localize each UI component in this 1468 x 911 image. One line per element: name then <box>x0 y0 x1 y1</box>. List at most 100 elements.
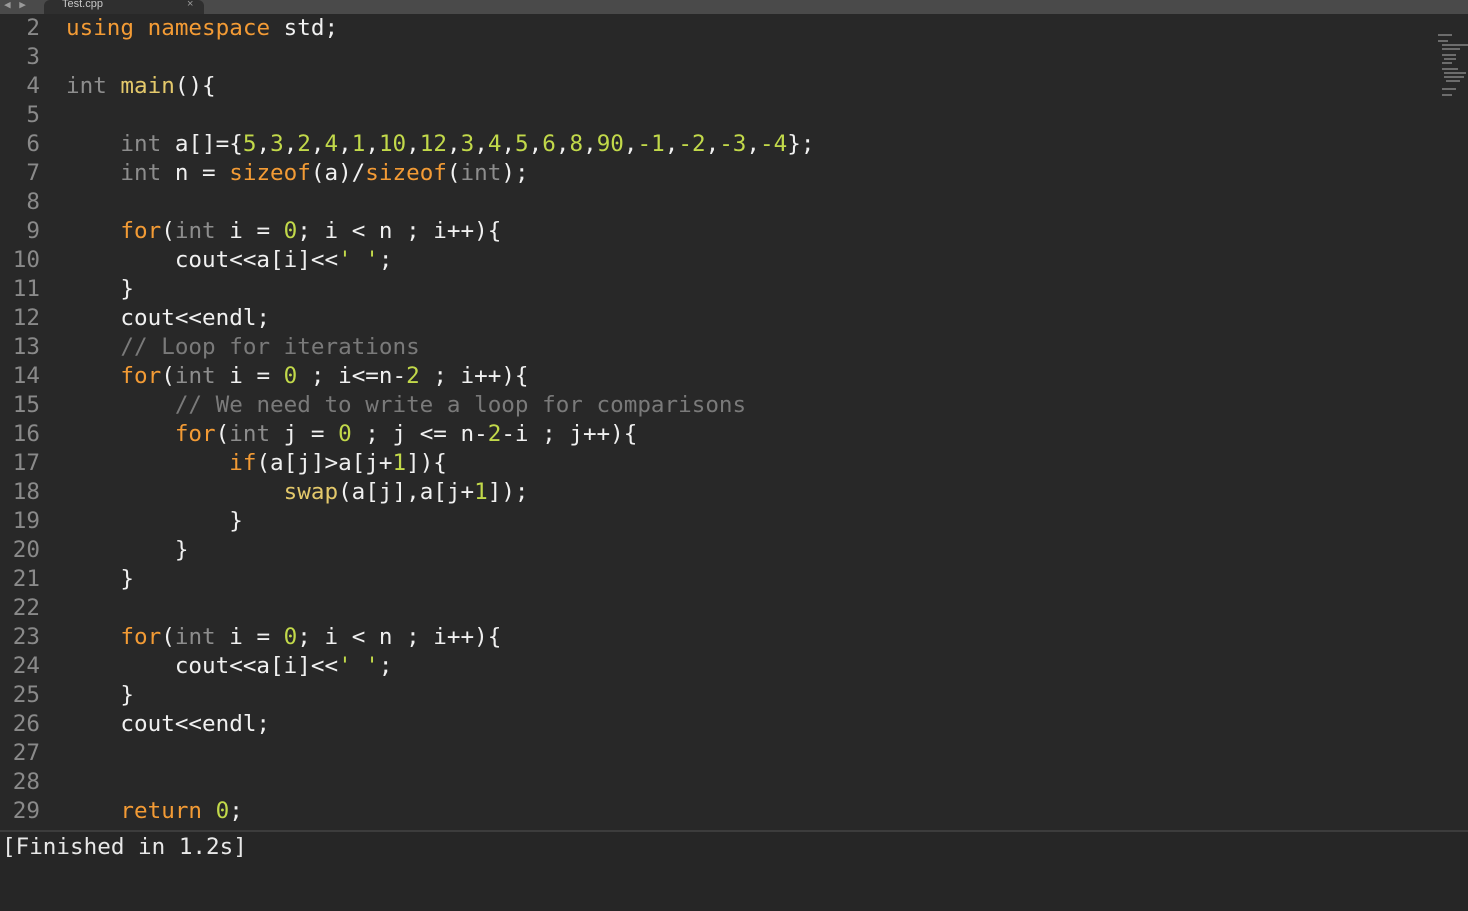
code-line[interactable]: 2 using namespace std; <box>0 14 1430 43</box>
code-text: cout<<a[i]<<' '; <box>66 246 393 275</box>
code-token: // Loop for iterations <box>120 334 420 360</box>
code-text: if(a[j]>a[j+1]){ <box>66 449 447 478</box>
tab-close-icon[interactable]: × <box>187 0 193 10</box>
code-token: 0 <box>338 421 352 447</box>
code-text: } <box>66 565 134 594</box>
code-line[interactable]: 14 for(int i = 0 ; i<=n-2 ; i++){ <box>0 362 1430 391</box>
code-line[interactable]: 25 } <box>0 681 1430 710</box>
code-line[interactable]: 17 if(a[j]>a[j+1]){ <box>0 449 1430 478</box>
code-token: n = <box>161 160 230 186</box>
code-line[interactable]: 26 cout<<endl; <box>0 710 1430 739</box>
code-line[interactable]: 18 swap(a[j],a[j+1]); <box>0 478 1430 507</box>
build-output-text: [Finished in 1.2s] <box>2 834 247 860</box>
code-line[interactable]: 28 <box>0 768 1430 797</box>
code-token: j = <box>270 421 339 447</box>
code-token: , <box>474 131 488 157</box>
code-token: i = <box>215 363 284 389</box>
code-line[interactable]: 20 } <box>0 536 1430 565</box>
code-line[interactable]: 13 // Loop for iterations <box>0 333 1430 362</box>
code-line[interactable]: 23 for(int i = 0; i < n ; i++){ <box>0 623 1430 652</box>
code-token: -3 <box>719 131 747 157</box>
code-line[interactable]: 29 return 0; <box>0 797 1430 826</box>
minimap[interactable] <box>1436 32 1468 98</box>
line-number: 28 <box>12 769 40 795</box>
code-line[interactable]: 5 <box>0 101 1430 130</box>
code-line[interactable]: 15 // We need to write a loop for compar… <box>0 391 1430 420</box>
code-text: } <box>66 275 134 304</box>
code-line[interactable]: 6 int a[]={5,3,2,4,1,10,12,3,4,5,6,8,90,… <box>0 130 1430 159</box>
line-number: 13 <box>12 334 40 360</box>
code-line[interactable]: 19 } <box>0 507 1430 536</box>
code-token: ; i++){ <box>419 363 529 389</box>
code-token: for <box>120 218 162 244</box>
code-token: sizeof <box>365 160 447 186</box>
line-number: 20 <box>12 537 40 563</box>
code-token: ]){ <box>406 450 447 476</box>
code-token: } <box>66 682 135 708</box>
code-token: ( <box>161 218 175 244</box>
build-output-panel: [Finished in 1.2s] <box>0 832 1468 911</box>
line-number: 16 <box>12 421 40 447</box>
code-text: int n = sizeof(a)/sizeof(int); <box>66 159 528 188</box>
code-token: , <box>501 131 516 157</box>
code-token: int <box>66 73 107 99</box>
code-token: -2 <box>678 131 706 157</box>
line-number: 19 <box>12 508 40 534</box>
line-number: 11 <box>12 276 40 302</box>
code-line[interactable]: 16 for(int j = 0 ; j <= n-2-i ; j++){ <box>0 420 1430 449</box>
code-token: } <box>66 566 135 592</box>
code-text: } <box>66 536 189 565</box>
code-line[interactable]: 21 } <box>0 565 1430 594</box>
code-text: for(int i = 0; i < n ; i++){ <box>66 217 501 246</box>
code-text: cout<<a[i]<<' '; <box>66 652 393 681</box>
code-line[interactable]: 12 cout<<endl; <box>0 304 1430 333</box>
code-line[interactable]: 7 int n = sizeof(a)/sizeof(int); <box>0 159 1430 188</box>
line-number: 7 <box>26 160 40 186</box>
code-line[interactable]: 4 int main(){ <box>0 72 1430 101</box>
code-token: int <box>174 624 216 650</box>
code-token: , <box>623 131 638 157</box>
code-text: } <box>66 681 134 710</box>
code-editor[interactable]: 2 using namespace std; 3 4 int main(){5 6 int… <box>0 14 1468 830</box>
code-text: cout<<endl; <box>66 304 270 333</box>
code-token: ( <box>161 624 175 650</box>
code-token: , <box>583 131 597 157</box>
code-token: std; <box>270 15 339 41</box>
code-token: cout<<a[i]<< <box>66 247 339 273</box>
code-line[interactable]: 8 <box>0 188 1430 217</box>
line-number: 22 <box>12 595 40 621</box>
code-token: ; i < n ; i++){ <box>297 624 502 650</box>
code-token: namespace <box>147 15 271 41</box>
code-line[interactable]: 9 for(int i = 0; i < n ; i++){ <box>0 217 1430 246</box>
code-token: (a[j]>a[j+ <box>256 450 393 476</box>
line-number: 23 <box>12 624 40 650</box>
code-token: , <box>664 131 679 157</box>
code-token: -i ; j++){ <box>501 421 638 447</box>
code-line[interactable]: 24 cout<<a[i]<<' '; <box>0 652 1430 681</box>
code-token: , <box>256 131 271 157</box>
line-number: 2 <box>26 15 40 41</box>
code-token: int <box>120 131 162 157</box>
code-line[interactable]: 27 <box>0 739 1430 768</box>
line-number: 10 <box>12 247 40 273</box>
line-number: 9 <box>26 218 40 244</box>
code-text: using namespace std; <box>66 14 338 43</box>
line-number: 8 <box>26 189 40 215</box>
code-line[interactable]: 11 } <box>0 275 1430 304</box>
code-line[interactable]: 10 cout<<a[i]<<' '; <box>0 246 1430 275</box>
code-text: // We need to write a loop for compariso… <box>66 391 746 420</box>
code-text: return 0; <box>66 797 242 826</box>
code-line[interactable]: 3 <box>0 43 1430 72</box>
code-line[interactable]: 22 <box>0 594 1430 623</box>
code-token: 6 <box>542 131 556 157</box>
line-number: 25 <box>12 682 40 708</box>
code-token: 4 <box>324 131 339 157</box>
code-token: ( <box>446 160 461 186</box>
